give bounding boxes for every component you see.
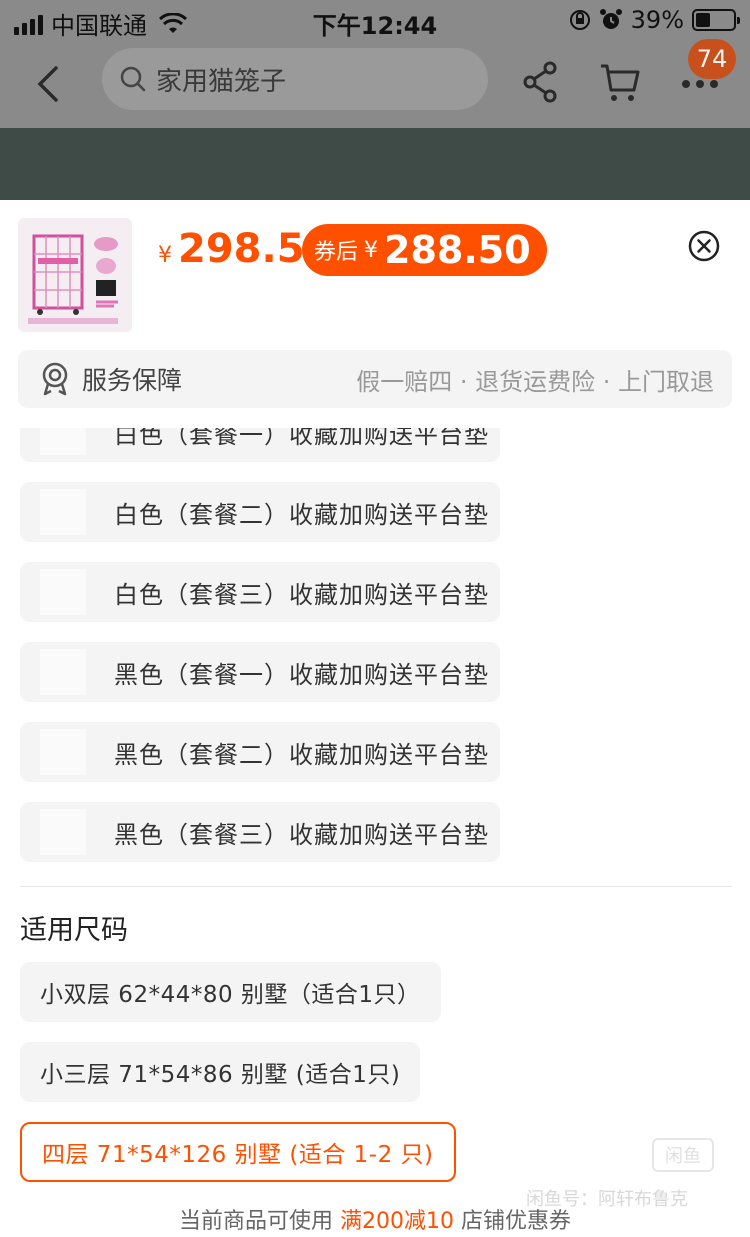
option-label: 黑色（套餐二）收藏加购送平台垫 xyxy=(114,740,489,769)
coupon-currency: ¥ xyxy=(364,237,379,263)
footer-highlight: 满200减10 xyxy=(340,1209,454,1234)
rotation-lock-icon xyxy=(569,10,590,30)
battery-icon xyxy=(692,9,740,31)
battery-percent: 39% xyxy=(630,6,684,34)
color-option-white-2[interactable]: 白色（套餐二）收藏加购送平台垫 xyxy=(20,482,500,542)
option-thumbnail xyxy=(40,729,86,775)
size-label: 小双层 62*44*80 别墅（适合1只） xyxy=(40,982,421,1008)
section-divider xyxy=(20,886,732,887)
coupon-price-badge: 券后 ¥ 288.50 xyxy=(302,224,547,276)
size-option-small-triple[interactable]: 小三层 71*54*86 别墅 (适合1只) xyxy=(20,1042,421,1102)
battery-fill xyxy=(696,13,711,27)
option-thumbnail xyxy=(40,809,86,855)
current-price: ¥ 298.5 xyxy=(158,226,305,272)
service-guarantee[interactable]: 服务保障 假一赔四 · 退货运费险 · 上门取退 xyxy=(18,350,732,408)
notification-badge: 74 xyxy=(688,39,736,79)
option-thumbnail xyxy=(40,489,86,535)
currency-symbol: ¥ xyxy=(158,243,172,268)
search-input[interactable]: 家用猫笼子 xyxy=(102,48,488,110)
option-thumbnail xyxy=(40,428,86,455)
cat-cage-image xyxy=(18,218,132,332)
price-value: 298.5 xyxy=(178,226,305,272)
footer-post: 店铺优惠券 xyxy=(461,1209,572,1234)
size-section-title: 适用尺码 xyxy=(20,915,128,946)
status-bar: 中国联通 下午12:44 39% xyxy=(0,0,750,40)
scroll-clip: 白色（套餐一）收藏加购送平台垫 xyxy=(0,428,750,462)
color-option-black-1[interactable]: 黑色（套餐一）收藏加购送平台垫 xyxy=(20,642,500,702)
status-right: 39% xyxy=(569,6,740,34)
service-title: 服务保障 xyxy=(82,366,183,395)
service-desc: 假一赔四 · 退货运费险 · 上门取退 xyxy=(356,367,714,396)
coupon-label: 券后 xyxy=(314,240,359,265)
watermark-logo: 闲鱼 xyxy=(652,1138,714,1172)
color-option-white-1[interactable]: 白色（套餐一）收藏加购送平台垫 xyxy=(20,428,500,462)
close-icon[interactable] xyxy=(688,230,720,262)
coupon-price: 288.50 xyxy=(384,228,531,272)
product-image-band xyxy=(0,128,750,200)
sku-sheet: ¥ 298.5 券后 ¥ 288.50 服务保障 假一赔四 · 退货运费险 · … xyxy=(0,200,750,1237)
color-option-black-2[interactable]: 黑色（套餐二）收藏加购送平台垫 xyxy=(20,722,500,782)
alarm-icon xyxy=(599,9,622,29)
option-thumbnail xyxy=(40,649,86,695)
coupon-footer-note: 当前商品可使用 满200减10 店铺优惠券 xyxy=(0,1203,750,1235)
color-option-white-3[interactable]: 白色（套餐三）收藏加购送平台垫 xyxy=(20,562,500,622)
share-icon[interactable] xyxy=(520,60,560,104)
size-option-small-double[interactable]: 小双层 62*44*80 别墅（适合1只） xyxy=(20,962,441,1022)
option-label: 黑色（套餐一）收藏加购送平台垫 xyxy=(114,660,489,689)
size-label: 小三层 71*54*86 别墅 (适合1只) xyxy=(40,1062,401,1088)
option-label: 白色（套餐三）收藏加购送平台垫 xyxy=(114,580,489,609)
search-text: 家用猫笼子 xyxy=(156,66,287,97)
nav-bar: 家用猫笼子 xyxy=(0,40,750,128)
footer-pre: 当前商品可使用 xyxy=(178,1209,333,1234)
option-label: 白色（套餐二）收藏加购送平台垫 xyxy=(114,500,489,529)
guarantee-badge-icon xyxy=(42,362,68,396)
color-option-black-3[interactable]: 黑色（套餐三）收藏加购送平台垫 xyxy=(20,802,500,862)
back-button[interactable] xyxy=(30,62,70,106)
cart-icon[interactable] xyxy=(598,60,642,104)
size-label: 四层 71*54*126 别墅 (适合 1-2 只) xyxy=(42,1142,434,1168)
option-thumbnail xyxy=(40,569,86,615)
product-thumbnail[interactable] xyxy=(18,218,132,332)
size-option-four-tier-selected[interactable]: 四层 71*54*126 别墅 (适合 1-2 只) xyxy=(20,1122,456,1182)
search-icon xyxy=(120,66,146,92)
option-label: 黑色（套餐三）收藏加购送平台垫 xyxy=(114,820,489,849)
option-label: 白色（套餐一）收藏加购送平台垫 xyxy=(114,428,489,449)
